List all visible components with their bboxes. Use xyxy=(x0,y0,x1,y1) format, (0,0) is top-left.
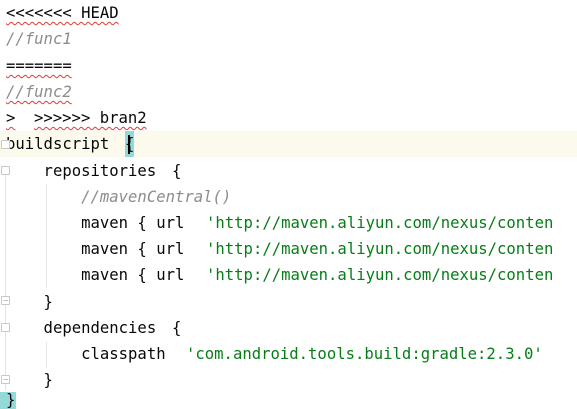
code-line[interactable]: maven { url 'http://maven.aliyun.com/nex… xyxy=(0,210,577,236)
code-line[interactable]: maven { url 'http://maven.aliyun.com/nex… xyxy=(0,262,577,288)
code-line-current[interactable]: buildscript { xyxy=(0,131,577,157)
code-line[interactable]: <<<<<<< HEAD xyxy=(0,0,577,26)
close-brace: } xyxy=(6,293,53,311)
text-caret xyxy=(128,135,130,154)
fold-marker-icon[interactable] xyxy=(1,166,10,175)
maven-url-string: 'http://maven.aliyun.com/nexus/conten xyxy=(206,266,554,284)
maven-call: maven { url xyxy=(6,214,194,232)
conflict-marker-separator: ======= xyxy=(6,57,72,75)
code-line[interactable]: repositories { xyxy=(0,158,577,184)
conflict-marker-start: > xyxy=(6,109,16,127)
comment-func2: //func2 xyxy=(6,83,72,101)
fold-marker-icon[interactable] xyxy=(1,375,10,384)
comment-func1: //func1 xyxy=(6,30,72,48)
open-brace: { xyxy=(172,162,182,180)
gradle-classpath-string: 'com.android.tools.build:gradle:2.3.0' xyxy=(186,345,543,363)
comment-mavencentral: //mavenCentral() xyxy=(6,188,232,206)
fold-marker-icon[interactable] xyxy=(1,323,10,332)
maven-url-string: 'http://maven.aliyun.com/nexus/conten xyxy=(206,214,554,232)
repositories-keyword: repositories xyxy=(6,162,166,180)
code-line[interactable]: } xyxy=(0,367,577,393)
fold-marker-icon[interactable] xyxy=(1,140,10,149)
code-line[interactable]: //func1 xyxy=(0,26,577,52)
conflict-marker-head: <<<<<<< HEAD xyxy=(6,4,119,22)
code-line[interactable]: maven { url 'http://maven.aliyun.com/nex… xyxy=(0,236,577,262)
code-line[interactable]: > >>>>>> bran2 xyxy=(0,105,577,152)
classpath-keyword: classpath xyxy=(6,345,175,363)
code-line[interactable]: } xyxy=(0,289,577,315)
code-editor[interactable]: <<<<<<< HEAD //func1 ======= //func2 > >… xyxy=(0,0,577,409)
maven-url-string: 'http://maven.aliyun.com/nexus/conten xyxy=(206,240,554,258)
code-line[interactable]: classpath 'com.android.tools.build:gradl… xyxy=(0,341,577,367)
open-brace: { xyxy=(172,319,182,337)
dependencies-keyword: dependencies xyxy=(6,319,166,337)
code-line[interactable]: ======= xyxy=(0,53,577,79)
buildscript-keyword: buildscript xyxy=(6,135,119,153)
code-line[interactable]: dependencies { xyxy=(0,315,577,341)
code-line[interactable]: //func2 xyxy=(0,79,577,105)
lightbulb-icon[interactable] xyxy=(16,108,86,152)
fold-marker-icon[interactable] xyxy=(1,296,10,305)
code-line[interactable]: //mavenCentral() xyxy=(0,184,577,210)
close-brace: } xyxy=(6,371,53,389)
conflict-marker-branch: >>>>>> bran2 xyxy=(34,109,147,127)
maven-call: maven { url xyxy=(6,266,194,284)
code-line[interactable]: } xyxy=(0,392,577,409)
maven-call: maven { url xyxy=(6,240,194,258)
close-brace: } xyxy=(6,391,16,409)
